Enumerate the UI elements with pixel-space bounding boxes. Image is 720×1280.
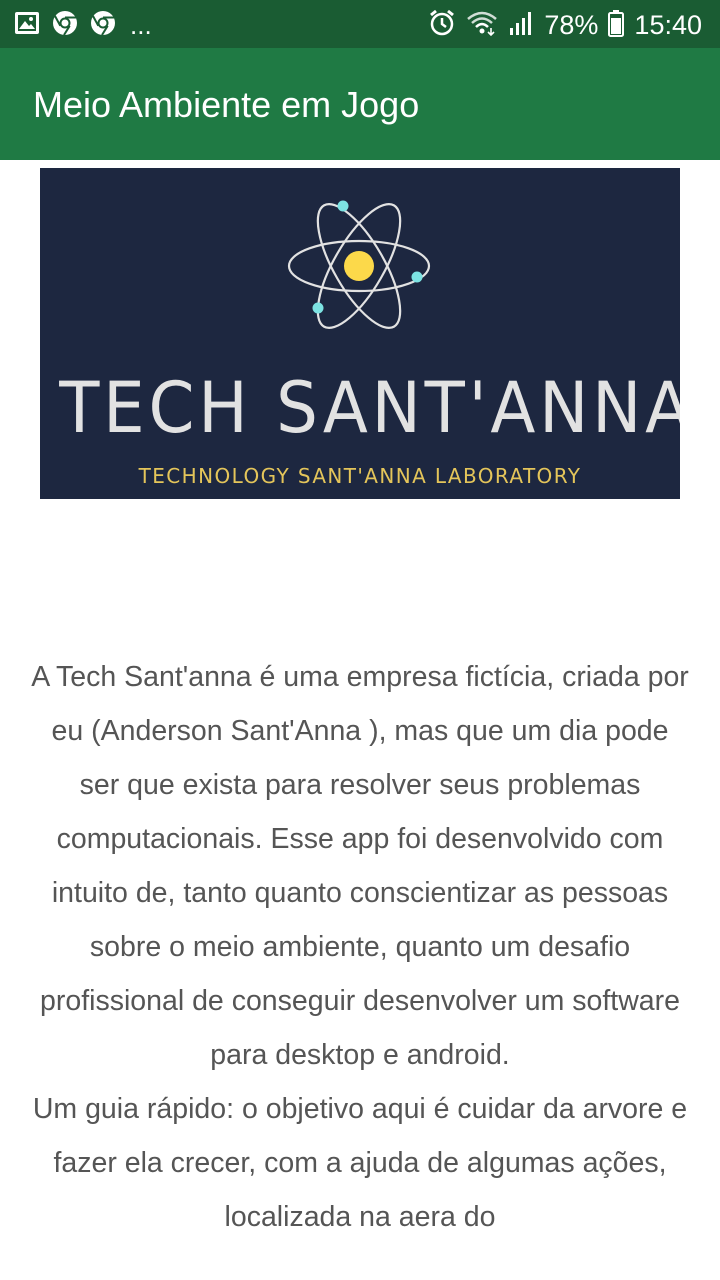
status-bar: ... 78% 15:40	[0, 0, 720, 48]
app-bar: Meio Ambiente em Jogo	[0, 48, 720, 160]
battery-icon	[608, 9, 625, 42]
logo-name: TECH SANT'ANNA	[59, 367, 680, 449]
company-logo: TECH SANT'ANNA TECHNOLOGY SANT'ANNA LABO…	[40, 168, 680, 499]
guide-paragraph: Um guia rápido: o objetivo aqui é cuidar…	[32, 1093, 688, 1233]
signal-icon	[508, 10, 534, 41]
image-icon	[14, 11, 40, 40]
clock: 15:40	[634, 9, 702, 40]
logo-subtitle: TECHNOLOGY SANT'ANNA LABORATORY	[138, 464, 582, 488]
status-left-icons: ...	[14, 10, 152, 40]
about-text: A Tech Sant'anna é uma empresa fictícia,…	[30, 650, 690, 1244]
more-notifications: ...	[130, 10, 152, 40]
chrome-icon	[52, 10, 78, 41]
battery-percentage: 78%	[544, 9, 599, 40]
alarm-icon	[428, 9, 456, 42]
status-right-icons: 78% 15:40	[428, 8, 702, 42]
app-title: Meio Ambiente em Jogo	[33, 84, 420, 125]
chrome-icon	[90, 10, 116, 41]
about-paragraph: A Tech Sant'anna é uma empresa fictícia,…	[31, 661, 689, 1071]
wifi-icon	[466, 10, 498, 41]
atom-icon	[287, 200, 431, 329]
